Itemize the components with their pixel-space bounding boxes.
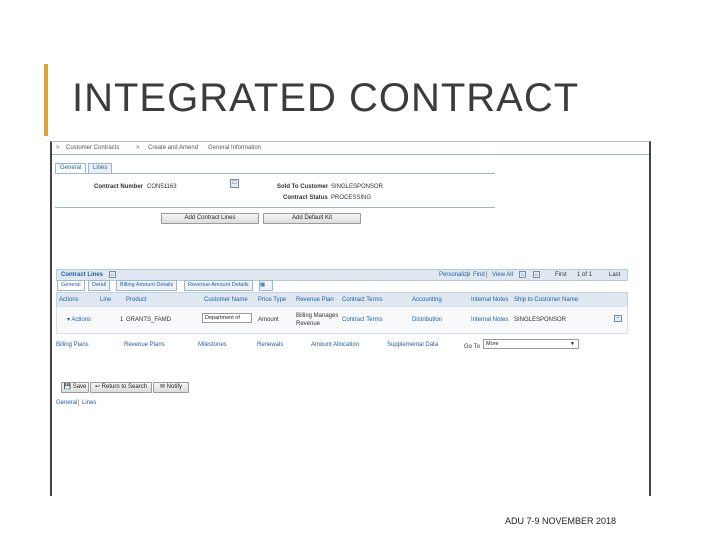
row-ship-to: SINGLESPONSOR bbox=[514, 317, 567, 323]
header-divider bbox=[55, 207, 495, 208]
view-all-link[interactable]: View All bbox=[492, 271, 513, 279]
delete-row-icon[interactable]: − bbox=[614, 315, 622, 322]
column-header[interactable]: Contract Terms bbox=[342, 296, 383, 304]
grid-settings-icon[interactable]: □ bbox=[109, 271, 116, 278]
last-link[interactable]: Last bbox=[609, 271, 620, 279]
chevron-down-icon: ▼ bbox=[570, 341, 575, 347]
show-all-columns-icon[interactable]: ▦ bbox=[259, 280, 273, 291]
bottom-link-lines[interactable]: Lines bbox=[82, 399, 96, 407]
row-line-number: 1 bbox=[120, 317, 124, 323]
tab-lines[interactable]: Lines bbox=[88, 163, 113, 173]
sold-to-label: Sold To Customer bbox=[277, 184, 329, 190]
save-button[interactable]: 💾 Save bbox=[61, 382, 89, 393]
goto-select-value: More bbox=[486, 341, 499, 347]
nav-separator: > bbox=[136, 145, 140, 151]
tab-general[interactable]: General bbox=[55, 163, 87, 173]
title-accent-bar bbox=[44, 64, 48, 136]
contract-number-label: Contract Number bbox=[94, 184, 144, 190]
grid-title: Contract Lines bbox=[61, 272, 104, 278]
amount-allocation-link[interactable]: Amount Allocation bbox=[311, 341, 359, 349]
row-product: GRANTS_FAMD bbox=[126, 317, 172, 323]
nav-item-customer-contracts[interactable]: Customer Contracts bbox=[66, 144, 119, 152]
internal-notes-link[interactable]: Internal Notes bbox=[471, 316, 508, 324]
bottom-link-general[interactable]: General bbox=[56, 399, 77, 407]
goto-label: Go To bbox=[464, 344, 480, 350]
column-header[interactable]: Revenue Plan bbox=[296, 296, 334, 304]
subtab-detail[interactable]: Detail bbox=[88, 280, 111, 291]
contract-status-label: Contract Status bbox=[283, 195, 328, 201]
pagination-text: 1 of 1 bbox=[577, 272, 593, 278]
column-header[interactable]: Product bbox=[126, 296, 147, 304]
row-price-type: Amount bbox=[258, 317, 279, 323]
breadcrumb: > Customer Contracts > Create and Amend … bbox=[52, 144, 649, 153]
billing-plans-link[interactable]: Billing Plans bbox=[56, 341, 89, 349]
column-header[interactable]: Line bbox=[100, 296, 111, 304]
column-header[interactable]: Price Type bbox=[258, 296, 286, 304]
nav-item-general-information[interactable]: General Information bbox=[208, 144, 261, 152]
column-header: Actions bbox=[59, 297, 79, 303]
peoplesoft-screenshot: > Customer Contracts > Create and Amend … bbox=[50, 141, 651, 496]
zoom-icon[interactable]: □ bbox=[533, 271, 540, 278]
column-header[interactable]: Ship to Customer Name bbox=[514, 296, 578, 304]
bottom-link-separator: | bbox=[78, 400, 80, 406]
milestones-link[interactable]: Milestones bbox=[198, 341, 227, 349]
table-row: ▾ Actions 1 GRANTS_FAMD Department of Am… bbox=[56, 306, 628, 334]
column-header[interactable]: Accounting bbox=[412, 296, 442, 304]
distribution-link[interactable]: Distribution bbox=[412, 316, 442, 324]
row-revenue-plan: Billing Manages Revenue bbox=[296, 313, 339, 327]
row-actions-menu[interactable]: ▾ Actions bbox=[67, 316, 91, 324]
slide-footer: ADU 7-9 NOVEMBER 2018 bbox=[505, 516, 617, 526]
contract-number-value: CON51163 bbox=[147, 184, 177, 190]
column-header[interactable]: Internal Notes bbox=[471, 296, 508, 304]
add-default-kit-button[interactable]: Add Default Kit bbox=[263, 213, 361, 224]
goto-select[interactable]: More ▼ bbox=[483, 339, 579, 349]
return-to-search-button[interactable]: ↩ Return to Search bbox=[90, 382, 152, 393]
contract-terms-link[interactable]: Contract Terms bbox=[342, 316, 383, 324]
add-contract-lines-button[interactable]: Add Contract Lines bbox=[161, 213, 259, 224]
nav-separator: > bbox=[56, 145, 60, 151]
nav-item-create-amend[interactable]: Create and Amend bbox=[148, 144, 198, 152]
renewals-link[interactable]: Renewals bbox=[257, 341, 283, 349]
revenue-plans-link[interactable]: Revenue Plans bbox=[124, 341, 165, 349]
subtab-general[interactable]: General bbox=[57, 280, 85, 291]
find-link[interactable]: Find bbox=[473, 271, 485, 279]
supplemental-data-link[interactable]: Supplemental Data bbox=[387, 341, 438, 349]
tab-divider bbox=[55, 173, 495, 174]
subtab-billing-amount-details[interactable]: Billing Amount Details bbox=[116, 280, 178, 291]
attachment-icon[interactable]: □ bbox=[230, 179, 239, 188]
first-link[interactable]: First bbox=[555, 271, 567, 279]
sold-to-value: SINGLESPONSOR bbox=[331, 184, 384, 190]
personalize-link[interactable]: Personalize bbox=[439, 271, 470, 279]
column-header[interactable]: Customer Name bbox=[204, 296, 248, 304]
notify-button[interactable]: ✉ Notify bbox=[153, 382, 189, 393]
slide-title: INTEGRATED CONTRACT bbox=[72, 76, 580, 120]
grid-column-headers: Actions Line Product Customer Name Price… bbox=[56, 292, 628, 307]
nav-divider bbox=[52, 154, 649, 155]
download-icon[interactable]: □ bbox=[519, 271, 526, 278]
subtab-revenue-amount-details[interactable]: Revenue Amount Details bbox=[184, 280, 253, 291]
contract-status-value: PROCESSING bbox=[331, 195, 372, 201]
customer-name-field[interactable]: Department of bbox=[202, 313, 252, 323]
